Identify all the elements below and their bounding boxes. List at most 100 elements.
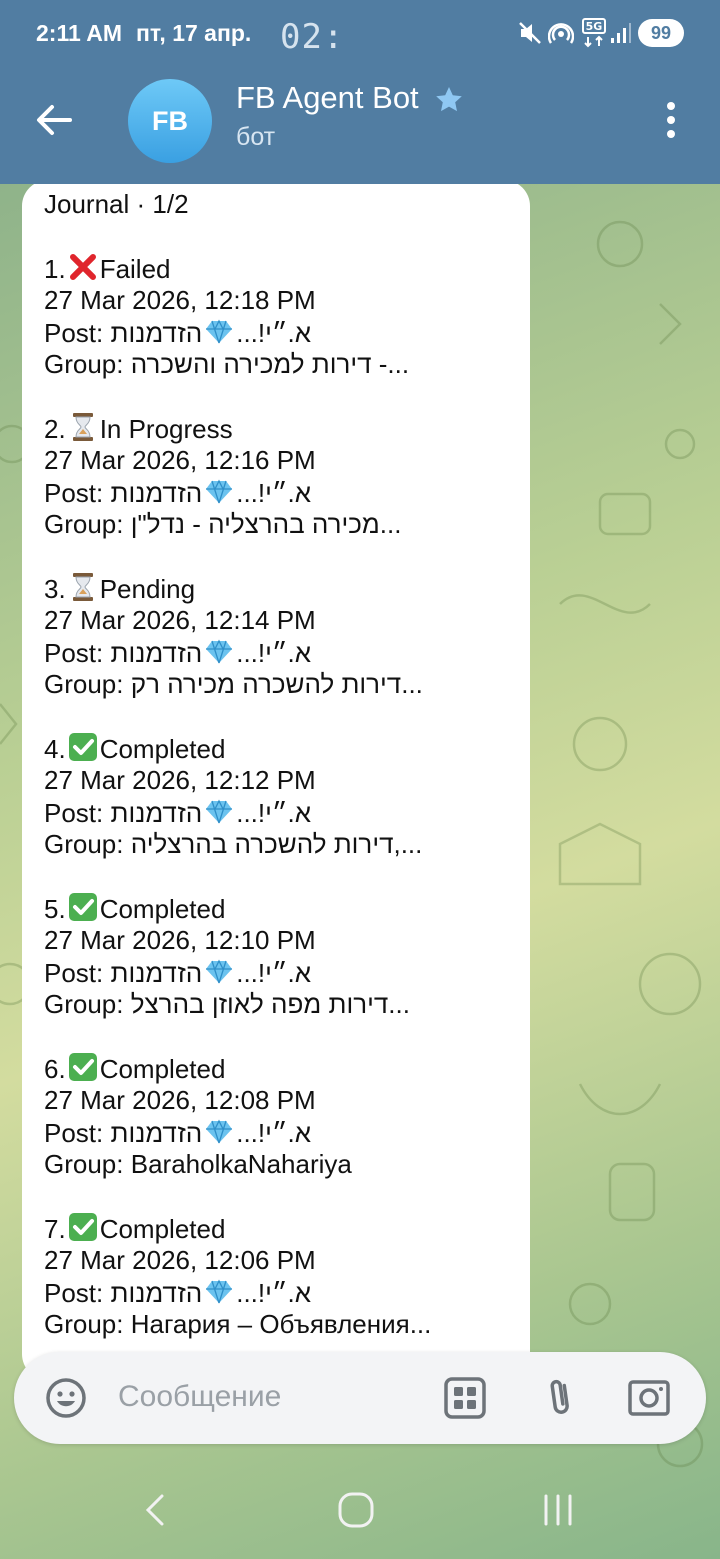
entry-status: Pending (99, 574, 196, 604)
post-text: הזדמנות (110, 798, 203, 828)
status-ticker: 02: (280, 17, 345, 57)
chat-subtitle: бот (236, 123, 276, 151)
entry-post-line: Post: הזדמנות א.״י!... (44, 476, 530, 508)
chat-title[interactable]: FB Agent Bot (236, 80, 419, 116)
journal-entry: 3. Pending 27 Mar 2026, 12:14 PM Post: הזדמ… (44, 572, 530, 700)
entry-number: 3. (44, 574, 66, 604)
check-mark-icon (68, 732, 98, 761)
journal-entry: 7. Completed 27 Mar 2026, 12:06 PM Post: הז… (44, 1212, 530, 1340)
group-label: Group: (44, 669, 124, 699)
group-label: Group: (44, 349, 124, 379)
message-input[interactable]: Сообщение (118, 1380, 281, 1414)
post-label: Post: (44, 478, 104, 508)
journal-entry: 4. Completed 27 Mar 2026, 12:12 PM Post: הז… (44, 732, 530, 860)
emoji-icon[interactable] (44, 1376, 88, 1420)
check-mark-icon (68, 892, 98, 921)
entry-status: In Progress (99, 414, 233, 444)
status-date: пт, 17 апр. (136, 20, 252, 46)
entry-status-line: 2. In Progress (44, 412, 530, 444)
entry-post-line: Post: הזדמנות א.״י!... (44, 316, 530, 348)
entry-status-line: 6. Completed (44, 1052, 530, 1084)
group-name: BaraholkaNahariya (130, 1149, 352, 1179)
back-arrow-icon[interactable] (32, 98, 76, 142)
home-nav-icon[interactable] (336, 1490, 376, 1530)
post-label: Post: (44, 798, 104, 828)
journal-entry: 6. Completed 27 Mar 2026, 12:08 PM Post: הז… (44, 1052, 530, 1180)
gem-icon (204, 636, 234, 664)
entry-group-line: Group: מכירה בהרצליה - נדל"ן... (44, 508, 530, 540)
attach-icon[interactable] (540, 1376, 584, 1420)
entry-datetime: 27 Mar 2026, 12:06 PM (44, 1245, 316, 1275)
post-suffix: א.״י!... (236, 478, 312, 508)
recents-nav-icon[interactable] (538, 1490, 578, 1530)
journal-entry: 1. Failed 27 Mar 2026, 12:18 PM Post: הזדמנ… (44, 252, 530, 380)
entry-number: 7. (44, 1214, 66, 1244)
mute-icon (519, 22, 541, 44)
journal-heading: Journal · 1/2 (44, 189, 189, 219)
gem-icon (204, 956, 234, 984)
entry-post-line: Post: הזדמנות א.״י!... (44, 1276, 530, 1308)
post-suffix: א.״י!... (236, 798, 312, 828)
group-name: דירות להשכרה בהרצליה,... (130, 829, 423, 859)
entry-number: 4. (44, 734, 66, 764)
gem-icon (204, 796, 234, 824)
entry-group-line: Group: דירות להשכרה מכירה רק... (44, 668, 530, 700)
camera-icon[interactable] (627, 1376, 671, 1420)
group-label: Group: (44, 509, 124, 539)
entry-post-line: Post: הזדמנות א.״י!... (44, 796, 530, 828)
post-suffix: א.״י!... (236, 318, 312, 348)
journal-entry: 2. In Progress 27 Mar 2026, 12:16 PM Post: … (44, 412, 530, 540)
post-text: הזדמנות (110, 958, 203, 988)
post-label: Post: (44, 318, 104, 348)
entry-status: Completed (99, 734, 226, 764)
more-menu-icon[interactable] (656, 100, 686, 140)
entry-datetime: 27 Mar 2026, 12:08 PM (44, 1085, 316, 1115)
entry-group-line: Group: דירות למכירה והשכרה -... (44, 348, 530, 380)
entry-status: Completed (99, 894, 226, 924)
entry-status-line: 5. Completed (44, 892, 530, 924)
post-suffix: א.״י!... (236, 1278, 312, 1308)
entry-number: 5. (44, 894, 66, 924)
avatar[interactable]: FB (128, 79, 212, 163)
group-name: דירות למכירה והשכרה -... (130, 349, 410, 379)
entry-group-line: Group: דירות להשכרה בהרצליה,... (44, 828, 530, 860)
hourglass-icon (68, 572, 98, 601)
message-composer: Сообщение (14, 1352, 706, 1444)
post-label: Post: (44, 1118, 104, 1148)
gem-icon (204, 1276, 234, 1304)
gem-icon (204, 1116, 234, 1144)
group-label: Group: (44, 1309, 124, 1339)
entry-post-line: Post: הזדמנות א.״י!... (44, 956, 530, 988)
system-nav-bar (0, 1460, 720, 1559)
entry-number: 2. (44, 414, 66, 444)
back-nav-icon[interactable] (136, 1490, 176, 1530)
group-name: דירות מפה לאוזן בהרצל... (130, 989, 410, 1019)
bot-menu-icon[interactable] (443, 1376, 487, 1420)
entry-status-line: 4. Completed (44, 732, 530, 764)
post-label: Post: (44, 958, 104, 988)
entry-status-line: 1. Failed (44, 252, 530, 284)
entry-status-line: 3. Pending (44, 572, 530, 604)
gem-icon (204, 316, 234, 344)
entry-datetime: 27 Mar 2026, 12:12 PM (44, 765, 316, 795)
group-name: מכירה בהרצליה - נדל"ן... (130, 509, 402, 539)
entry-datetime: 27 Mar 2026, 12:14 PM (44, 605, 316, 635)
journal-entry: 5. Completed 27 Mar 2026, 12:10 PM Post: הז… (44, 892, 530, 1020)
post-text: הזדמנות (110, 1118, 203, 1148)
post-label: Post: (44, 638, 104, 668)
group-label: Group: (44, 829, 124, 859)
entry-number: 6. (44, 1054, 66, 1084)
group-label: Group: (44, 989, 124, 1019)
entry-status: Failed (99, 254, 171, 284)
status-bar: 2:11 AM пт, 17 апр. 02: 5G 99 (0, 0, 720, 66)
entry-group-line: Group: דירות מפה לאוזן בהרצל... (44, 988, 530, 1020)
post-suffix: א.״י!... (236, 1118, 312, 1148)
entry-post-line: Post: הזדמנות א.״י!... (44, 636, 530, 668)
entry-datetime: 27 Mar 2026, 12:16 PM (44, 445, 316, 475)
gem-icon (204, 476, 234, 504)
journal-message-bubble[interactable]: Journal · 1/2 1. Failed 27 Mar 2026, 12:18… (22, 184, 530, 1380)
journal-entries: 1. Failed 27 Mar 2026, 12:18 PM Post: הזדמנ… (44, 252, 530, 1340)
hourglass-icon (68, 412, 98, 441)
post-suffix: א.״י!... (236, 958, 312, 988)
entry-post-line: Post: הזדמנות א.״י!... (44, 1116, 530, 1148)
